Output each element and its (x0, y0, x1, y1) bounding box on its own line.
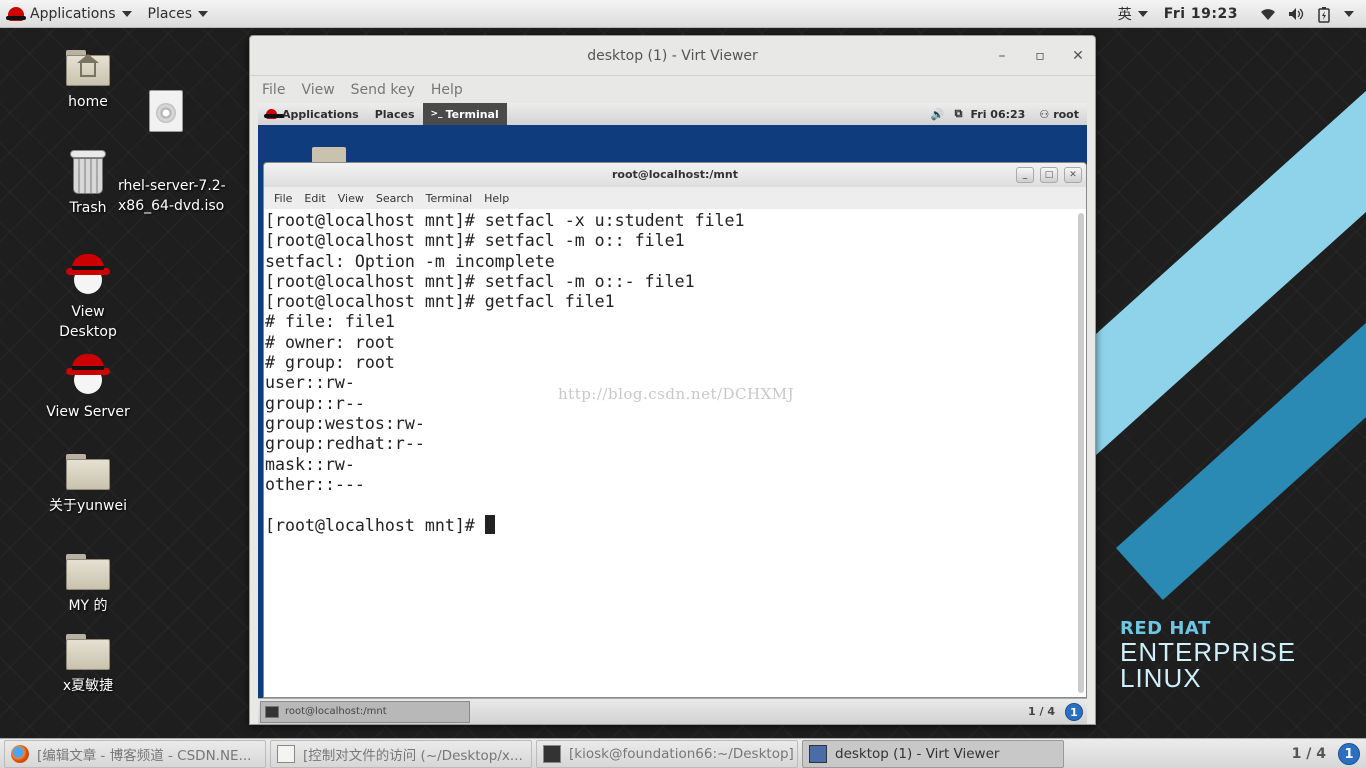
guest-bottom-bar: root@localhost:/mnt 1 / 4 1 (258, 698, 1087, 724)
workspace-pager[interactable]: 1 / 4 (1292, 746, 1326, 762)
applications-menu[interactable]: Applications (0, 0, 140, 28)
task-text-editor[interactable]: [控制对文件的访问 (~/Desktop/x... (270, 739, 532, 768)
guest-notification-icon[interactable]: 1 (1065, 702, 1083, 721)
text-editor-icon (277, 744, 295, 763)
chevron-down-icon (198, 10, 209, 17)
guest-clock[interactable]: Fri 06:23 (970, 108, 1025, 121)
terminal-menu-file[interactable]: File (268, 192, 298, 205)
wifi-icon (1260, 7, 1276, 21)
terminal-line: # file: file1 (265, 312, 395, 332)
terminal-prompt-line: [root@localhost mnt]# (265, 515, 1075, 536)
watermark-text: http://blog.csdn.net/DCHXMJ (558, 385, 795, 403)
menu-view[interactable]: View (293, 82, 342, 98)
host-top-bar: Applications Places 英 Fri 19:23 (0, 0, 1366, 28)
task-terminal[interactable]: [kiosk@foundation66:~/Desktop] (536, 739, 798, 768)
red-hat-shadowman-icon (66, 252, 110, 296)
terminal-line: [root@localhost mnt]# setfacl -x u:stude… (265, 211, 745, 230)
volume-icon (1288, 7, 1304, 21)
chevron-down-icon (121, 10, 132, 17)
red-hat-icon (6, 6, 26, 21)
terminal-menu-help[interactable]: Help (478, 192, 515, 205)
terminal-icon (543, 744, 561, 763)
window-title: desktop (1) - Virt Viewer (587, 47, 758, 64)
menu-help[interactable]: Help (423, 82, 471, 98)
desktop-icon-folder-yunwei[interactable]: 关于yunwei (42, 454, 134, 516)
minimize-button[interactable]: – (994, 48, 1010, 64)
network-icon[interactable]: ⧉ (955, 107, 963, 121)
terminal-maximize-button[interactable]: □ (1040, 167, 1058, 183)
virt-viewer-menubar: File View Send key Help (250, 76, 1095, 104)
places-menu[interactable]: Places (140, 0, 217, 28)
terminal-line: mask::rw- (265, 454, 355, 474)
terminal-scrollbar[interactable] (1078, 213, 1084, 693)
terminal-menubar: File Edit View Search Terminal Help (264, 187, 1086, 209)
task-virt-viewer[interactable]: desktop (1) - Virt Viewer (802, 739, 1064, 768)
desktop-icon-view-server[interactable]: View Server (42, 352, 134, 422)
window-titlebar[interactable]: desktop (1) - Virt Viewer – ▫ ✕ (250, 36, 1095, 76)
notification-icon[interactable]: 1 (1338, 742, 1360, 765)
desktop-icon-folder-my[interactable]: MY 的 (42, 554, 134, 616)
terminal-close-button[interactable]: ✕ (1064, 167, 1082, 183)
text-cursor (484, 515, 495, 535)
home-folder-icon (66, 50, 110, 86)
maximize-button[interactable]: ▫ (1032, 48, 1048, 64)
guest-task-terminal[interactable]: root@localhost:/mnt (260, 700, 470, 723)
user-icon: ⚇ (1039, 107, 1050, 121)
terminal-line: [root@localhost mnt]# getfacl file1 (265, 292, 615, 312)
guest-terminal-app-menu[interactable]: >_ Terminal (422, 103, 507, 125)
guest-top-bar: Applications Places >_ Terminal 🔊 ⧉ Fri … (258, 103, 1087, 125)
menu-file[interactable]: File (254, 82, 293, 98)
folder-icon (66, 554, 110, 590)
terminal-line: setfacl: Option -m incomplete (265, 251, 555, 271)
terminal-menu-terminal[interactable]: Terminal (420, 192, 479, 205)
guest-user-menu[interactable]: root (1053, 108, 1079, 121)
terminal-minimize-button[interactable]: _ (1016, 167, 1034, 183)
guest-places-menu[interactable]: Places (367, 108, 423, 121)
firefox-icon (11, 744, 29, 763)
trash-icon (70, 150, 106, 194)
system-status-menu[interactable] (1246, 0, 1366, 28)
terminal-line: [root@localhost mnt]# setfacl -m o::- fi… (265, 271, 695, 291)
terminal-prompt: [root@localhost mnt]# (265, 516, 485, 536)
terminal-menu-search[interactable]: Search (370, 192, 420, 205)
input-method-selector[interactable]: 英 (1110, 0, 1156, 28)
desktop-icon-trash[interactable]: Trash (42, 150, 134, 218)
volume-icon[interactable]: 🔊 (931, 108, 945, 121)
folder-icon (66, 454, 110, 490)
terminal-line: other::--- (265, 474, 365, 494)
terminal-menu-edit[interactable]: Edit (298, 192, 331, 205)
close-button[interactable]: ✕ (1070, 48, 1086, 64)
virt-viewer-icon (809, 744, 827, 763)
terminal-line: # owner: root (265, 332, 395, 352)
host-taskbar: [编辑文章 - 博客频道 - CSDN.NE... [控制对文件的访问 (~/D… (0, 738, 1366, 768)
red-hat-shadowman-icon (66, 352, 110, 396)
battery-icon (1316, 6, 1332, 23)
terminal-menu-view[interactable]: View (332, 192, 370, 205)
virt-viewer-window: desktop (1) - Virt Viewer – ▫ ✕ File Vie… (249, 35, 1096, 725)
terminal-icon (265, 705, 279, 718)
terminal-titlebar[interactable]: root@localhost:/mnt _ □ ✕ (264, 163, 1086, 187)
terminal-icon: >_ (430, 109, 443, 119)
terminal-window: root@localhost:/mnt _ □ ✕ File Edit View… (263, 162, 1087, 698)
terminal-line: [root@localhost mnt]# setfacl -m o:: fil… (265, 231, 685, 251)
desktop-icon-folder-xia[interactable]: x夏敏捷 (42, 634, 134, 696)
desktop-icon-view-desktop[interactable]: View Desktop (42, 252, 134, 342)
terminal-output[interactable]: [root@localhost mnt]# setfacl -x u:stude… (264, 209, 1076, 697)
terminal-line: group:redhat:r-- (265, 434, 425, 454)
guest-workspace-pager[interactable]: 1 / 4 (1028, 705, 1055, 718)
disc-image-icon (149, 90, 183, 132)
chevron-down-icon (1137, 10, 1148, 17)
chevron-down-icon (1344, 10, 1354, 17)
guest-display[interactable]: Applications Places >_ Terminal 🔊 ⧉ Fri … (258, 103, 1087, 724)
terminal-line: # group: root (265, 353, 395, 373)
red-hat-icon (264, 109, 284, 119)
terminal-line: group:westos:rw- (265, 413, 425, 433)
folder-icon (66, 634, 110, 670)
red-hat-enterprise-linux-logo: RED HAT ENTERPRISE LINUX (1120, 618, 1297, 693)
task-firefox[interactable]: [编辑文章 - 博客频道 - CSDN.NE... (4, 739, 266, 768)
clock[interactable]: Fri 19:23 (1156, 0, 1246, 28)
menu-send-key[interactable]: Send key (343, 82, 423, 98)
guest-applications-menu[interactable]: Applications (258, 108, 367, 121)
